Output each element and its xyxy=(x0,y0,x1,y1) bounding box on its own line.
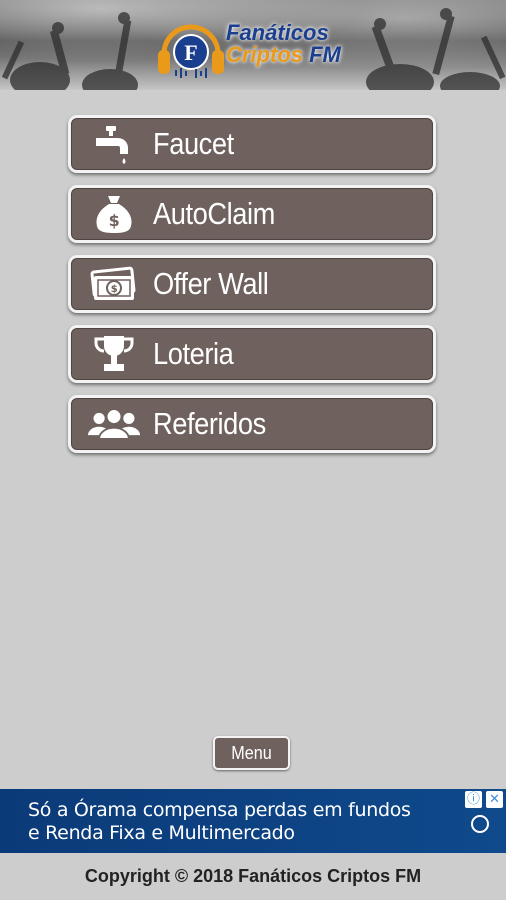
loteria-button[interactable]: Loteria xyxy=(68,325,436,383)
logo-fm: FM xyxy=(303,42,341,67)
ad-circle-icon[interactable] xyxy=(471,815,489,833)
banknote-icon: $ xyxy=(87,262,141,306)
header-banner: F Fanáticos Criptos FM xyxy=(0,0,506,90)
svg-text:F: F xyxy=(184,40,197,65)
money-bag-icon: $ xyxy=(87,192,141,236)
faucet-button[interactable]: Faucet xyxy=(68,115,436,173)
ad-badges: ⓘ ✕ xyxy=(465,791,503,808)
faucet-label: Faucet xyxy=(153,126,234,161)
logo-text: Fanáticos Criptos FM xyxy=(226,22,341,66)
svg-text:$: $ xyxy=(111,284,118,295)
menu-button-label: Menu xyxy=(231,742,272,763)
people-group-icon xyxy=(87,402,141,446)
offer-wall-button[interactable]: $ Offer Wall xyxy=(68,255,436,313)
ad-banner[interactable]: Só a Órama compensa perdas em fundos e R… xyxy=(0,789,506,853)
faucet-icon xyxy=(87,122,141,166)
headphones-coin-icon: F xyxy=(158,24,224,78)
loteria-label: Loteria xyxy=(153,336,234,371)
logo-criptos: Criptos xyxy=(226,42,303,67)
ad-text[interactable]: Só a Órama compensa perdas em fundos e R… xyxy=(28,799,411,845)
autoclaim-button[interactable]: $ AutoClaim xyxy=(68,185,436,243)
logo-line1: Fanáticos xyxy=(226,20,329,45)
offer-wall-label: Offer Wall xyxy=(153,266,269,301)
ad-info-icon[interactable]: ⓘ xyxy=(465,791,482,808)
referidos-label: Referidos xyxy=(153,406,266,441)
ad-close-icon[interactable]: ✕ xyxy=(486,791,503,808)
menu-button[interactable]: Menu xyxy=(213,736,290,770)
footer-copyright: Copyright © 2018 Fanáticos Criptos FM xyxy=(0,853,506,900)
app-logo: F Fanáticos Criptos FM xyxy=(156,8,366,84)
ad-line2: e Renda Fixa e Multimercado xyxy=(28,822,295,844)
autoclaim-label: AutoClaim xyxy=(153,196,275,231)
referidos-button[interactable]: Referidos xyxy=(68,395,436,453)
svg-text:$: $ xyxy=(109,211,120,230)
trophy-icon xyxy=(87,332,141,376)
main-menu: Faucet $ AutoClaim $ Offer Wall Loteria … xyxy=(68,115,436,465)
logo-line2: Criptos FM xyxy=(226,44,341,66)
ad-line1: Só a Órama compensa perdas em fundos xyxy=(28,799,411,821)
